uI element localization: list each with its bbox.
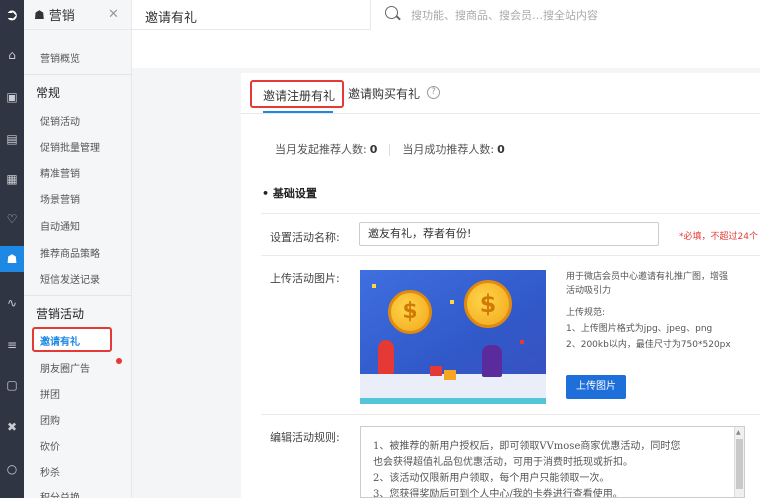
rules-label: 编辑活动规则: <box>270 431 340 444</box>
sidebar-group-campaigns: 营销活动 <box>36 307 85 321</box>
spec-line: 1、上传图片格式为jpg、jpeg、png <box>566 324 713 334</box>
marketing-sidebar: ☗ 营销 ✕ 营销概览 常规 促销活动 促销批量管理 精准营销 场景营销 自动通… <box>24 0 132 498</box>
sidebar-item-moments-ads[interactable]: 朋友圈广告 <box>40 360 90 375</box>
sidebar-group-regular: 常规 <box>36 86 61 100</box>
image-description: 用于微店会员中心邀请有礼推广图，增强 <box>566 272 729 282</box>
main-panel: 邀请注册有礼 邀请购买有礼 ? 当月发起推荐人数: 0 当月成功推荐人数: 0 • 基… <box>241 73 760 498</box>
sidebar-item-flash-sale[interactable]: 秒杀 <box>40 464 60 479</box>
banner-stripe <box>360 398 546 404</box>
global-search[interactable]: 搜功能、搜商品、搜会员…搜全站内容 <box>370 0 760 30</box>
rules-line: 1、被推荐的新用户授权后，即可领取VVmose商家优惠活动，同时您 <box>373 441 681 452</box>
logo-icon[interactable]: ➲ <box>0 0 24 30</box>
sidebar-header: ☗ 营销 ✕ <box>24 0 131 30</box>
gift-illustration <box>444 370 456 380</box>
scroll-up-icon[interactable]: ▲ <box>736 429 741 436</box>
sidebar-item-overview[interactable]: 营销概览 <box>40 50 80 65</box>
stat-success-value: 0 <box>497 143 505 156</box>
shop-icon[interactable]: ▣ <box>0 84 24 110</box>
confetti <box>520 340 524 344</box>
more-icon[interactable]: ○ <box>0 456 24 482</box>
required-hint: *必填，不超过24个 <box>679 232 758 242</box>
sidebar-item-group-buy[interactable]: 拼团 <box>40 386 60 401</box>
subheader-strip <box>132 30 760 68</box>
section-title: • 基础设置 <box>262 187 317 200</box>
sidebar-title: 营销 <box>48 9 75 24</box>
goods-icon[interactable]: ▤ <box>0 126 24 152</box>
gift-illustration <box>430 366 442 376</box>
person-illustration <box>378 340 394 374</box>
upload-image-button[interactable]: 上传图片 <box>566 375 626 399</box>
shop-icon: ☗ <box>34 7 45 22</box>
tab-invite-register[interactable]: 邀请注册有礼 <box>250 80 344 108</box>
sidebar-item-scene-marketing[interactable]: 场景营销 <box>40 191 80 206</box>
close-icon[interactable]: ✕ <box>108 7 119 22</box>
tab-invite-purchase[interactable]: 邀请购买有礼 <box>348 85 420 102</box>
data-icon[interactable]: ∿ <box>0 290 24 316</box>
settings-icon[interactable]: ≡ <box>0 332 24 358</box>
marketing-icon[interactable]: ☗ <box>0 246 24 272</box>
spec-line: 2、200kb以内，最佳尺寸为750*520px <box>566 340 731 350</box>
help-icon[interactable]: ? <box>427 86 440 99</box>
app-icon[interactable]: ▢ <box>0 372 24 398</box>
divider <box>389 144 391 156</box>
coin-illustration: $ <box>464 280 512 328</box>
search-icon <box>385 6 398 19</box>
confetti <box>372 284 376 288</box>
coin-illustration: $ <box>388 290 432 334</box>
notification-dot <box>116 358 122 364</box>
rules-line: 也会获得超值礼品包优惠活动，可用于消费时抵现或折扣。 <box>373 457 633 468</box>
sidebar-item-bargain[interactable]: 砍价 <box>40 438 60 453</box>
sidebar-item-sms-records[interactable]: 短信发送记录 <box>40 271 100 286</box>
tab-label: 邀请注册有礼 <box>263 89 336 103</box>
sidebar-item-invite-gift[interactable]: 邀请有礼 <box>32 327 112 352</box>
sidebar-item-label: 邀请有礼 <box>40 337 80 348</box>
sidebar-item-precision-marketing[interactable]: 精准营销 <box>40 165 80 180</box>
divider <box>241 113 760 114</box>
search-input[interactable]: 搜功能、搜商品、搜会员…搜全站内容 <box>411 7 598 23</box>
rules-line: 2、该活动仅限新用户领取，每个用户只能领取一次。 <box>373 473 610 484</box>
sidebar-item-recommend-strategy[interactable]: 推荐商品策略 <box>40 245 100 260</box>
divider <box>24 295 132 296</box>
tools-icon[interactable]: ✖ <box>0 414 24 440</box>
referral-stats: 当月发起推荐人数: 0 当月成功推荐人数: 0 <box>275 141 505 157</box>
scrollbar-thumb[interactable] <box>736 439 743 489</box>
heart-icon[interactable]: ♡ <box>0 206 24 232</box>
stat-success-label: 当月成功推荐人数: <box>402 143 495 156</box>
sidebar-item-team-buy[interactable]: 团购 <box>40 412 60 427</box>
confetti <box>450 300 454 304</box>
image-description: 活动吸引力 <box>566 286 612 296</box>
name-label: 设置活动名称: <box>270 231 340 244</box>
image-label: 上传活动图片: <box>270 272 340 285</box>
rules-line: 3、您获得奖励后可到个人中心/我的卡券进行查看使用。 <box>373 489 623 498</box>
sidebar-item-auto-notify[interactable]: 自动通知 <box>40 218 80 233</box>
top-header: 邀请有礼 搜功能、搜商品、搜会员…搜全站内容 <box>132 0 760 30</box>
sidebar-item-promotion[interactable]: 促销活动 <box>40 113 80 128</box>
divider <box>261 255 760 256</box>
divider <box>261 414 760 415</box>
page-title: 邀请有礼 <box>145 11 198 26</box>
divider <box>261 213 760 214</box>
rules-textarea[interactable]: 1、被推荐的新用户授权后，即可领取VVmose商家优惠活动，同时您 也会获得超值… <box>360 426 745 498</box>
spec-title: 上传规范: <box>566 308 606 318</box>
sidebar-item-bulk-promotion[interactable]: 促销批量管理 <box>40 139 100 154</box>
scrollbar[interactable]: ▲ <box>734 427 744 497</box>
divider <box>24 74 132 75</box>
activity-image-preview: $ $ <box>360 270 546 404</box>
stat-initiated-label: 当月发起推荐人数: <box>275 143 367 156</box>
stat-initiated-value: 0 <box>369 143 378 156</box>
sidebar-item-points-exchange[interactable]: 积分兑换 <box>40 489 80 498</box>
home-icon[interactable]: ⌂ <box>0 42 24 68</box>
member-icon[interactable]: ▦ <box>0 166 24 192</box>
activity-name-input[interactable]: 邀友有礼，荐者有份! <box>359 222 659 246</box>
person-illustration <box>482 345 502 377</box>
icon-rail: ➲ ⌂ ▣ ▤ ▦ ♡ ☗ ∿ ≡ ▢ ✖ ○ <box>0 0 24 498</box>
